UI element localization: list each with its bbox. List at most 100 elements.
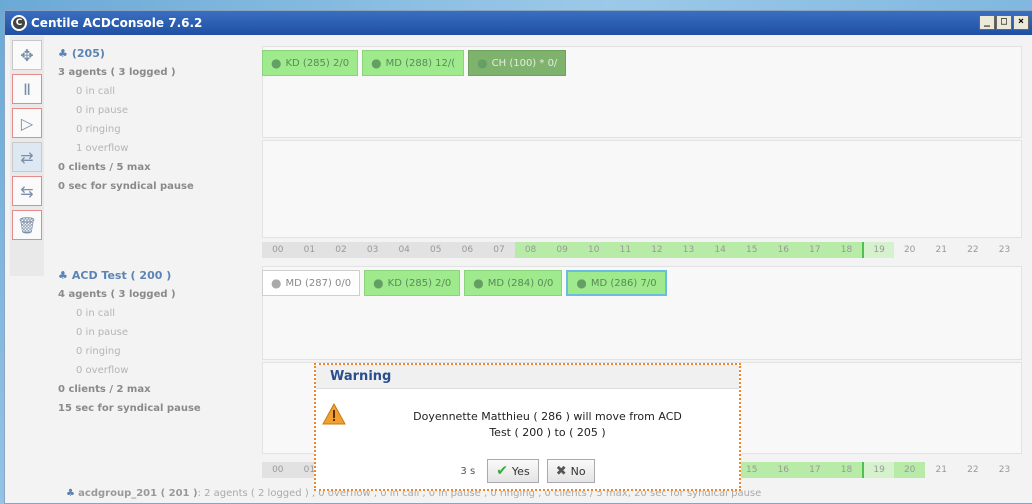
dialog-footer: 3 s ✔ Yes ✖ No [316, 459, 739, 483]
trash-icon[interactable]: 🗑 [12, 210, 42, 240]
person-icon: ● [576, 276, 587, 290]
hour-tick: 06 [451, 242, 484, 258]
hour-tick: 03 [356, 242, 389, 258]
hour-tick: 23 [988, 462, 1021, 478]
ringing-count: 0 ringing [76, 124, 121, 135]
app-logo-icon: C [11, 15, 27, 31]
title-bar: C Centile ACDConsole 7.6.2 _ □ × [5, 11, 1032, 35]
agent-card[interactable]: ● MD (288) 12/( [362, 50, 465, 76]
hour-tick: 14 [704, 242, 736, 258]
hour-tick: 18 [830, 462, 863, 478]
hour-tick: 00 [262, 242, 294, 258]
queue-200-agents: ● MD (287) 0/0 ● KD (285) 2/0 ● MD (284) 0/… [262, 270, 667, 298]
hour-tick: 10 [577, 242, 610, 258]
hour-tick: 16 [767, 242, 800, 258]
hour-tick: 12 [641, 242, 673, 258]
queue-205-agents: ● KD (285) 2/0 ● MD (288) 12/( ● CH (100) *… [262, 50, 567, 78]
hour-tick: 21 [925, 462, 958, 478]
hour-tick: 05 [419, 242, 452, 258]
hour-tick: 00 [262, 462, 294, 478]
window-title: Centile ACDConsole 7.6.2 [31, 16, 203, 30]
play-icon[interactable]: ▷ [12, 108, 42, 138]
dialog-title: Warning [316, 365, 739, 389]
check-icon: ✔ [496, 463, 508, 479]
queue-icon: ♣ [58, 47, 68, 60]
hour-tick: 21 [925, 242, 958, 258]
in-call-count: 0 in call [76, 308, 116, 319]
yes-button[interactable]: ✔ Yes [487, 459, 539, 483]
hour-tick: 01 [293, 242, 326, 258]
overflow-count: 1 overflow [76, 143, 129, 154]
in-pause-count: 0 in pause [76, 327, 129, 338]
move-arrows-icon[interactable]: ✥ [12, 40, 42, 70]
agent-card[interactable]: ● KD (285) 2/0 [364, 270, 461, 296]
queue-icon: ♣ [58, 269, 68, 282]
yes-label: Yes [511, 464, 530, 478]
queue-title[interactable]: ♣ (205) [58, 44, 258, 63]
no-label: No [570, 464, 586, 478]
queue-205-history-panel [262, 140, 1022, 238]
person-icon: ● [477, 56, 488, 70]
current-hour-tick: 19 [862, 462, 894, 478]
current-hour-tick: 19 [862, 242, 894, 258]
minimize-button[interactable]: _ [979, 15, 995, 30]
left-toolbar: ✥ Ⅱ ▷ ⇄ ⇆ 🗑 [12, 40, 42, 240]
maximize-button[interactable]: □ [996, 15, 1012, 30]
message-line: Test ( 200 ) to ( 205 ) [489, 426, 606, 439]
hour-tick: 16 [767, 462, 800, 478]
queue-info-200: ♣ ACD Test ( 200 ) 4 agents ( 3 logged ) … [58, 266, 258, 418]
hour-tick: 15 [735, 242, 768, 258]
countdown-timer: 3 s [460, 465, 476, 477]
agent-card[interactable]: ● MD (284) 0/0 [464, 270, 563, 296]
hour-tick: 13 [672, 242, 705, 258]
transfer-out-icon[interactable]: ⇆ [12, 176, 42, 206]
agent-card[interactable]: ● MD (287) 0/0 [262, 270, 361, 296]
agent-card[interactable]: ● CH (100) * 0/ [468, 50, 567, 76]
dialog-message: Doyennette Matthieu ( 286 ) will move fr… [366, 409, 729, 441]
ringing-count: 0 ringing [76, 346, 121, 357]
timeline-205: 00 01 02 03 04 05 06 07 08 09 10 11 12 1… [262, 242, 1022, 258]
transfer-icon[interactable]: ⇄ [12, 142, 42, 172]
hour-tick: 22 [957, 462, 989, 478]
warning-dialog: Warning Doyennette Matthieu ( 286 ) will… [314, 363, 741, 491]
person-icon: ● [473, 276, 484, 290]
hour-tick: 17 [799, 242, 831, 258]
hour-tick: 07 [483, 242, 515, 258]
warning-icon [322, 403, 346, 425]
agents-count: 3 agents ( 3 logged ) [58, 67, 176, 78]
hour-tick: 17 [799, 462, 831, 478]
hour-tick: 02 [325, 242, 357, 258]
no-button[interactable]: ✖ No [546, 459, 595, 483]
hour-tick: 23 [988, 242, 1021, 258]
hour-tick: 08 [514, 242, 547, 258]
hour-tick: 18 [830, 242, 863, 258]
pause-icon[interactable]: Ⅱ [12, 74, 42, 104]
agent-card-selected[interactable]: ● MD (286) 7/0 [566, 270, 667, 296]
agent-card[interactable]: ● KD (285) 2/0 [262, 50, 359, 76]
syndical-pause: 0 sec for syndical pause [58, 181, 194, 192]
group-name[interactable]: acdgroup_201 ( 201 ) [78, 488, 197, 499]
in-pause-count: 0 in pause [76, 105, 129, 116]
clients-count: 0 clients / 2 max [58, 384, 151, 395]
agents-count: 4 agents ( 3 logged ) [58, 289, 176, 300]
hour-tick: 11 [609, 242, 642, 258]
queue-info-205: ♣ (205) 3 agents ( 3 logged ) 0 in call 0… [58, 44, 258, 196]
queue-title[interactable]: ♣ ACD Test ( 200 ) [58, 266, 258, 285]
clients-count: 0 clients / 5 max [58, 162, 151, 173]
message-line: Doyennette Matthieu ( 286 ) will move fr… [413, 410, 682, 423]
person-icon: ● [271, 56, 282, 70]
hour-tick: 04 [388, 242, 420, 258]
person-icon: ● [271, 276, 282, 290]
window-controls: _ □ × [979, 15, 1029, 30]
hour-tick: 09 [546, 242, 578, 258]
close-button[interactable]: × [1013, 15, 1029, 30]
close-icon: ✖ [555, 463, 567, 479]
syndical-pause: 15 sec for syndical pause [58, 403, 201, 414]
in-call-count: 0 in call [76, 86, 116, 97]
queue-icon: ♣ [66, 488, 79, 499]
overflow-count: 0 overflow [76, 365, 129, 376]
hour-tick: 20 [893, 462, 926, 478]
hour-tick: 22 [957, 242, 989, 258]
hour-tick: 20 [893, 242, 926, 258]
person-icon: ● [371, 56, 382, 70]
